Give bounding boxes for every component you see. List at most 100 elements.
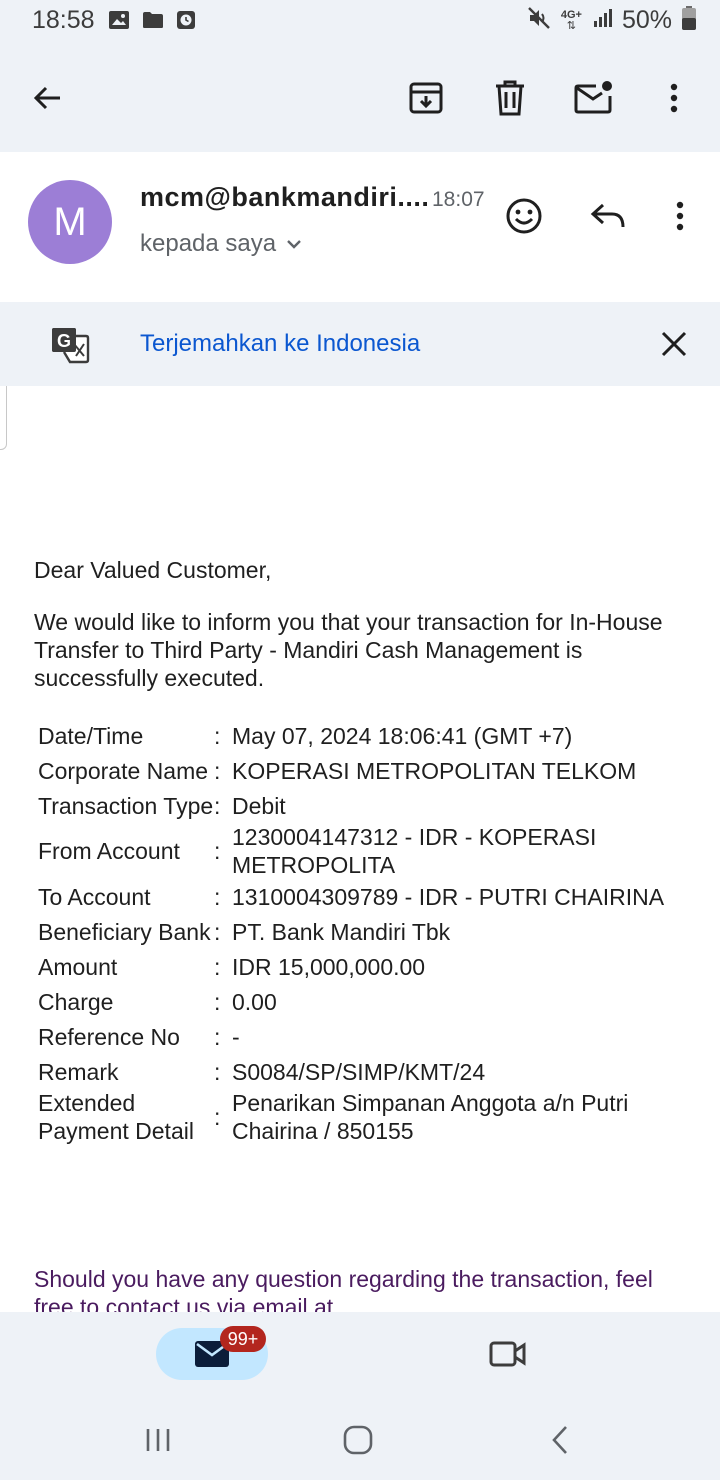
- clock-app-icon: [176, 10, 196, 35]
- recents-icon: [146, 1429, 170, 1451]
- detail-label: Amount: [38, 953, 118, 980]
- detail-row: Remark: S0084/SP/SIMP/KMT/24: [38, 1054, 698, 1089]
- detail-row: Charge:0.00: [38, 984, 698, 1019]
- detail-value: 1310004309789 - IDR - PUTRI CHAIRINA: [232, 883, 665, 910]
- detail-separator: :: [214, 722, 221, 749]
- recipient-toggle[interactable]: kepada saya: [140, 230, 302, 258]
- meet-tab[interactable]: [484, 1330, 532, 1378]
- status-time: 18:58: [32, 6, 95, 34]
- detail-label: From Account: [38, 838, 180, 864]
- translate-close-button[interactable]: [650, 320, 698, 368]
- back-button[interactable]: [20, 70, 76, 126]
- detail-row: Beneficiary Bank: PT. Bank Mandiri Tbk: [38, 914, 698, 949]
- detail-separator: :: [214, 1058, 221, 1085]
- image-icon: [108, 10, 130, 35]
- sender-avatar[interactable]: M: [28, 180, 112, 264]
- back-icon: [552, 1426, 567, 1454]
- sender-name[interactable]: mcm@bankmandiri....: [140, 182, 429, 213]
- mute-icon: [527, 6, 551, 35]
- detail-row: From Account:1230004147312 - IDR - KOPER…: [38, 823, 698, 879]
- folder-icon: [142, 10, 164, 35]
- delete-icon: [496, 80, 524, 116]
- network-label: 4G+: [560, 8, 582, 21]
- more-vert-icon: [670, 83, 678, 113]
- battery-percent: 50%: [621, 6, 672, 34]
- delete-button[interactable]: [482, 70, 538, 126]
- detail-separator: :: [214, 883, 221, 910]
- detail-value: PT. Bank Mandiri Tbk: [232, 918, 451, 945]
- detail-value: S0084/SP/SIMP/KMT/24: [232, 1058, 486, 1085]
- detail-value: IDR 15,000,000.00: [232, 953, 426, 980]
- detail-separator: :: [214, 918, 221, 945]
- bottom-navigation: 99+: [0, 1312, 720, 1400]
- detail-row: To Account:1310004309789 - IDR - PUTRI C…: [38, 879, 698, 914]
- detail-label: Remark: [38, 1058, 119, 1085]
- reply-icon: [590, 203, 625, 228]
- transaction-details-table: Date/Time: May 07, 2024 18:06:41 (GMT +7)…: [38, 718, 698, 1145]
- more-vert-icon: [676, 201, 684, 231]
- detail-row: Reference No: -: [38, 1019, 698, 1054]
- mark-unread-icon: [574, 81, 612, 114]
- system-navigation-bar: [0, 1400, 720, 1480]
- svg-text:G: G: [57, 331, 71, 351]
- video-icon: [489, 1341, 526, 1367]
- status-bar: 18:58 4G+ ⇅ 50%: [0, 0, 720, 44]
- detail-separator: :: [214, 988, 221, 1015]
- recents-button[interactable]: [134, 1416, 182, 1464]
- reply-button[interactable]: [584, 192, 632, 240]
- status-system-icons: 4G+ ⇅ 50%: [527, 6, 696, 35]
- archive-button[interactable]: [398, 70, 454, 126]
- detail-label: Corporate Name: [38, 757, 209, 784]
- detail-label: Transaction Type: [38, 792, 214, 819]
- more-options-button[interactable]: [646, 70, 702, 126]
- signal-icon: [592, 8, 612, 33]
- detail-separator: :: [214, 1023, 221, 1050]
- close-icon: [661, 331, 687, 357]
- recipient-label: kepada saya: [140, 230, 277, 257]
- detail-row: Transaction Type: Debit: [38, 788, 698, 823]
- emoji-reaction-button[interactable]: [500, 192, 548, 240]
- email-header: M mcm@bankmandiri.... 18:07 kepada saya: [0, 152, 720, 302]
- home-button[interactable]: [334, 1416, 382, 1464]
- archive-icon: [409, 82, 443, 114]
- translate-bar: GG Terjemahkan ke Indonesia: [0, 302, 720, 386]
- detail-value: 0.00: [232, 988, 277, 1015]
- detail-value: May 07, 2024 18:06:41 (GMT +7): [232, 722, 573, 749]
- emoji-icon: [506, 198, 542, 234]
- email-toolbar: [0, 56, 720, 140]
- detail-value: KOPERASI METROPOLITAN TELKOM: [232, 757, 637, 784]
- detail-label: Date/Time: [38, 722, 144, 749]
- detail-row: Amount: IDR 15,000,000.00: [38, 949, 698, 984]
- translate-icon: GG: [50, 326, 90, 369]
- battery-icon: [682, 6, 696, 35]
- email-more-button[interactable]: [656, 192, 704, 240]
- home-icon: [343, 1425, 373, 1455]
- detail-row: Date/Time: May 07, 2024 18:06:41 (GMT +7): [38, 718, 698, 753]
- detail-value: Debit: [232, 792, 286, 819]
- network-4g-icon: 4G+ ⇅: [560, 8, 582, 32]
- detail-separator: :: [214, 757, 221, 784]
- detail-label: Charge: [38, 988, 114, 1015]
- detail-label: Extended Payment Detail: [38, 1090, 194, 1144]
- email-time: 18:07: [432, 188, 485, 211]
- back-arrow-icon: [33, 86, 60, 110]
- detail-row: Corporate Name: KOPERASI METROPOLITAN TEL…: [38, 753, 698, 788]
- mark-unread-button[interactable]: [566, 70, 622, 126]
- detail-label: To Account: [38, 883, 151, 910]
- chevron-down-icon: [287, 240, 301, 249]
- email-body: Dear Valued Customer, We would like to i…: [34, 556, 694, 692]
- greeting-text: Dear Valued Customer,: [34, 557, 272, 583]
- detail-value: -: [232, 1023, 240, 1050]
- translate-link[interactable]: Terjemahkan ke Indonesia: [140, 330, 420, 358]
- detail-separator: :: [214, 792, 221, 819]
- detail-value: 1230004147312 - IDR - KOPERASI METROPOLI…: [232, 824, 597, 878]
- detail-separator: :: [214, 953, 221, 980]
- detail-label: Reference No: [38, 1023, 180, 1050]
- detail-value: Penarikan Simpanan Anggota a/n Putri Cha…: [232, 1090, 629, 1144]
- status-notification-icons: [108, 10, 196, 35]
- system-back-button[interactable]: [536, 1416, 584, 1464]
- unread-count-badge: 99+: [220, 1326, 266, 1352]
- intro-text: We would like to inform you that your tr…: [34, 609, 663, 691]
- detail-separator: :: [214, 1104, 221, 1130]
- detail-label: Beneficiary Bank: [38, 918, 211, 945]
